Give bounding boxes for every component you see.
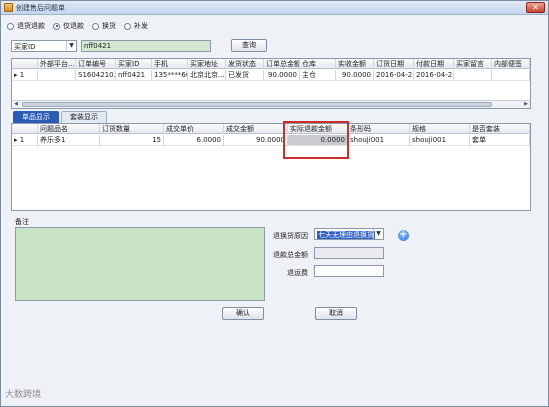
reason-select[interactable]: 七天无理由退换货 ▼ (314, 228, 384, 240)
horizontal-scrollbar[interactable]: ◀ ▶ (12, 100, 530, 108)
search-field-value: 买家ID (14, 43, 36, 51)
table-cell: 2016-04-2... (416, 70, 454, 81)
radio-dot-icon (92, 22, 99, 30)
table-cell: S1604210... (78, 70, 116, 81)
header-cell: 发货状态 (226, 59, 264, 69)
radio-dot-icon (53, 22, 60, 30)
item-table: 问题品名 订货数量 成交单价 成交金额 实际退款金额 条形码 规格 是否套装 ▸… (11, 123, 531, 211)
table-cell: 主仓 (300, 70, 336, 81)
table-cell: 90.0000 (224, 135, 288, 146)
header-cell: 条形码 (348, 124, 410, 134)
chevron-down-icon: ▼ (66, 41, 76, 51)
shipping-fee-input[interactable] (314, 265, 384, 277)
header-cell: 订单编号 (76, 59, 116, 69)
refund-total-label: 退款总金额 (273, 251, 308, 259)
header-cell: 手机 (152, 59, 188, 69)
table-cell: 养乐多1 (38, 135, 100, 146)
scroll-right-icon[interactable]: ▶ (522, 101, 530, 108)
row-marker: ▸ 1 (12, 70, 38, 81)
table-cell: shouji001 (348, 135, 410, 146)
window-title: 创建售后问题单 (16, 4, 65, 12)
table-cell (38, 70, 76, 81)
table-cell: 6.0000 (164, 135, 224, 146)
table-row[interactable]: ▸ 1 养乐多1 15 6.0000 90.0000 0.0000 shouji… (12, 135, 530, 146)
scroll-thumb[interactable] (22, 102, 492, 107)
header-cell: 订单总金额 (266, 59, 300, 69)
radio-return-refund[interactable]: 退货退款 (7, 21, 45, 31)
highlight-annotation-box (283, 121, 349, 159)
add-reason-icon[interactable]: + (398, 230, 409, 241)
table-cell: 北京北京... (190, 70, 226, 81)
item-table-header: 问题品名 订货数量 成交单价 成交金额 实际退款金额 条形码 规格 是否套装 (12, 124, 530, 134)
radio-refund-only[interactable]: 仅退款 (53, 21, 84, 31)
notes-label: 备注 (15, 218, 29, 226)
header-cell (12, 59, 38, 69)
header-cell: 买家地址 (188, 59, 226, 69)
item-view-tabs: 单品显示 套装显示 (13, 111, 109, 123)
reason-value: 七天无理由退换货 (317, 231, 375, 239)
reason-label: 退换货原因 (273, 232, 308, 240)
table-cell: 2016-04-2... (376, 70, 414, 81)
order-table-header: 外部平台... 订单编号 买家ID 手机 买家地址 发货状态 订单总金额 仓库 … (12, 59, 530, 69)
header-cell: 买家ID (116, 59, 152, 69)
shipping-fee-label: 退运费 (287, 269, 308, 277)
radio-label: 换货 (102, 22, 116, 30)
header-cell: 付款日期 (414, 59, 454, 69)
table-cell: 已发货 (226, 70, 264, 81)
header-cell: 成交金额 (224, 124, 288, 134)
header-cell: 仓库 (300, 59, 336, 69)
header-cell: 订货日期 (374, 59, 414, 69)
table-cell: nff0421 (116, 70, 152, 81)
cancel-button[interactable]: 取消 (315, 307, 357, 320)
dialog-window: 创建售后问题单 ✕ 退货退款 仅退款 换货 补发 买家ID ▼ nff0421 … (0, 0, 549, 407)
watermark: 大数跨境 (5, 390, 42, 400)
header-cell: 订货数量 (100, 124, 164, 134)
notes-textarea[interactable] (15, 227, 265, 301)
header-cell: 成交单价 (164, 124, 224, 134)
table-cell: 90.0000 (336, 70, 374, 81)
confirm-button[interactable]: 确认 (222, 307, 264, 320)
table-row[interactable]: ▸ 1 S1604210... nff0421 135****60... 北京北… (12, 70, 530, 81)
radio-exchange[interactable]: 换货 (92, 21, 116, 31)
header-cell: 是否套装 (470, 124, 530, 134)
header-cell: 内部便签 (492, 59, 530, 69)
radio-reissue[interactable]: 补发 (124, 21, 148, 31)
table-cell: 15 (100, 135, 164, 146)
tab-bundle-item[interactable]: 套装显示 (61, 111, 107, 123)
return-type-radio-group: 退货退款 仅退款 换货 补发 (7, 20, 156, 32)
header-cell: 买家留言 (454, 59, 492, 69)
table-cell: 套单 (470, 135, 530, 146)
header-cell: 实收金额 (336, 59, 374, 69)
chevron-down-icon: ▼ (373, 229, 383, 239)
query-button[interactable]: 查询 (231, 39, 267, 52)
table-cell: shouji001 (410, 135, 470, 146)
table-cell (454, 70, 492, 81)
order-table: 外部平台... 订单编号 买家ID 手机 买家地址 发货状态 订单总金额 仓库 … (11, 58, 531, 109)
search-field-select[interactable]: 买家ID ▼ (11, 40, 77, 52)
header-cell: 规格 (410, 124, 470, 134)
header-cell: 问题品名 (38, 124, 100, 134)
scroll-left-icon[interactable]: ◀ (12, 101, 20, 108)
row-marker: ▸ 1 (12, 135, 38, 146)
tab-single-item[interactable]: 单品显示 (13, 111, 59, 123)
app-icon (4, 3, 13, 12)
radio-label: 退货退款 (17, 22, 45, 30)
radio-dot-icon (7, 22, 14, 30)
header-cell (12, 124, 38, 134)
close-button[interactable]: ✕ (526, 2, 545, 13)
radio-label: 补发 (134, 22, 148, 30)
title-bar: 创建售后问题单 ✕ (1, 1, 548, 15)
radio-dot-icon (124, 22, 131, 30)
search-input[interactable]: nff0421 (81, 40, 211, 52)
table-cell: 135****60... (152, 70, 188, 81)
table-cell: 90.0000 (264, 70, 300, 81)
refund-total-field (314, 247, 384, 259)
table-cell (492, 70, 530, 81)
radio-label: 仅退款 (63, 22, 84, 30)
header-cell: 外部平台... (40, 59, 76, 69)
